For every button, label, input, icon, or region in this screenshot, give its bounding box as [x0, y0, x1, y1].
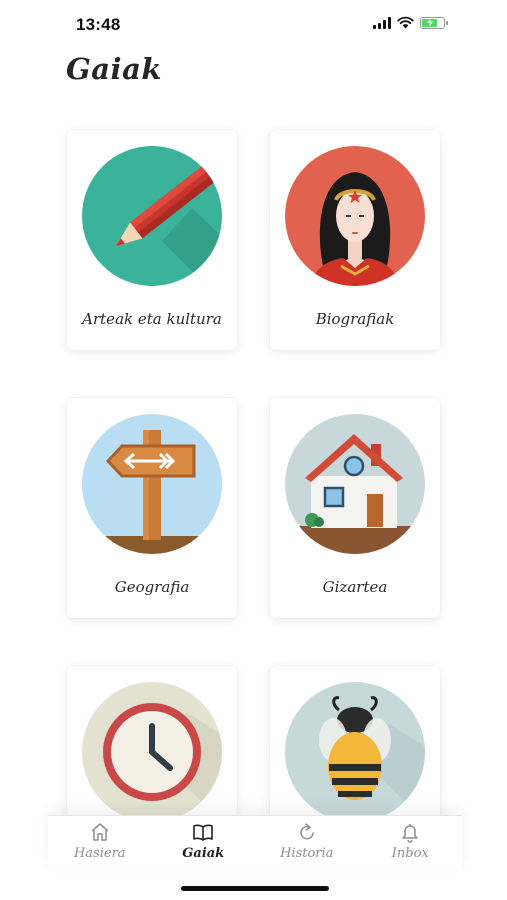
- topic-card-gizartea[interactable]: Gizartea: [270, 398, 440, 618]
- wonder-woman-icon: [285, 146, 425, 286]
- topic-label: Arteak eta kultura: [82, 310, 222, 328]
- tab-label: Inbox: [391, 846, 429, 861]
- topic-label: Geografia: [114, 578, 190, 596]
- tab-gaiak[interactable]: Gaiak: [152, 816, 256, 870]
- bell-icon: [402, 824, 418, 843]
- topic-card-biografiak[interactable]: Biografiak: [270, 130, 440, 350]
- pencil-icon: [82, 146, 222, 286]
- house-icon: [285, 414, 425, 554]
- home-indicator[interactable]: [181, 886, 329, 891]
- tab-bar: Hasiera Gaiak Historia Inbox: [48, 815, 462, 870]
- bee-icon: [285, 682, 425, 815]
- topic-label: Biografiak: [315, 310, 395, 328]
- tab-label: Hasiera: [73, 846, 126, 861]
- signpost-icon: [82, 414, 222, 554]
- tab-label: Historia: [280, 846, 334, 861]
- topic-card-geografia[interactable]: Geografia: [67, 398, 237, 618]
- tab-label: Gaiak: [182, 846, 225, 861]
- topics-grid: Arteak eta kultura Biografiak Geografia …: [0, 0, 507, 815]
- topic-card-bee[interactable]: [270, 666, 440, 815]
- topic-card-arteak-eta-kultura[interactable]: Arteak eta kultura: [67, 130, 237, 350]
- book-icon: [193, 824, 214, 841]
- clock-icon: [82, 682, 222, 815]
- tab-historia[interactable]: Historia: [255, 816, 359, 870]
- tab-inbox[interactable]: Inbox: [359, 816, 463, 870]
- refresh-icon: [300, 823, 314, 840]
- home-icon: [91, 823, 109, 841]
- topic-card-clock[interactable]: [67, 666, 237, 815]
- tab-hasiera[interactable]: Hasiera: [48, 816, 152, 870]
- topic-label: Gizartea: [322, 578, 388, 596]
